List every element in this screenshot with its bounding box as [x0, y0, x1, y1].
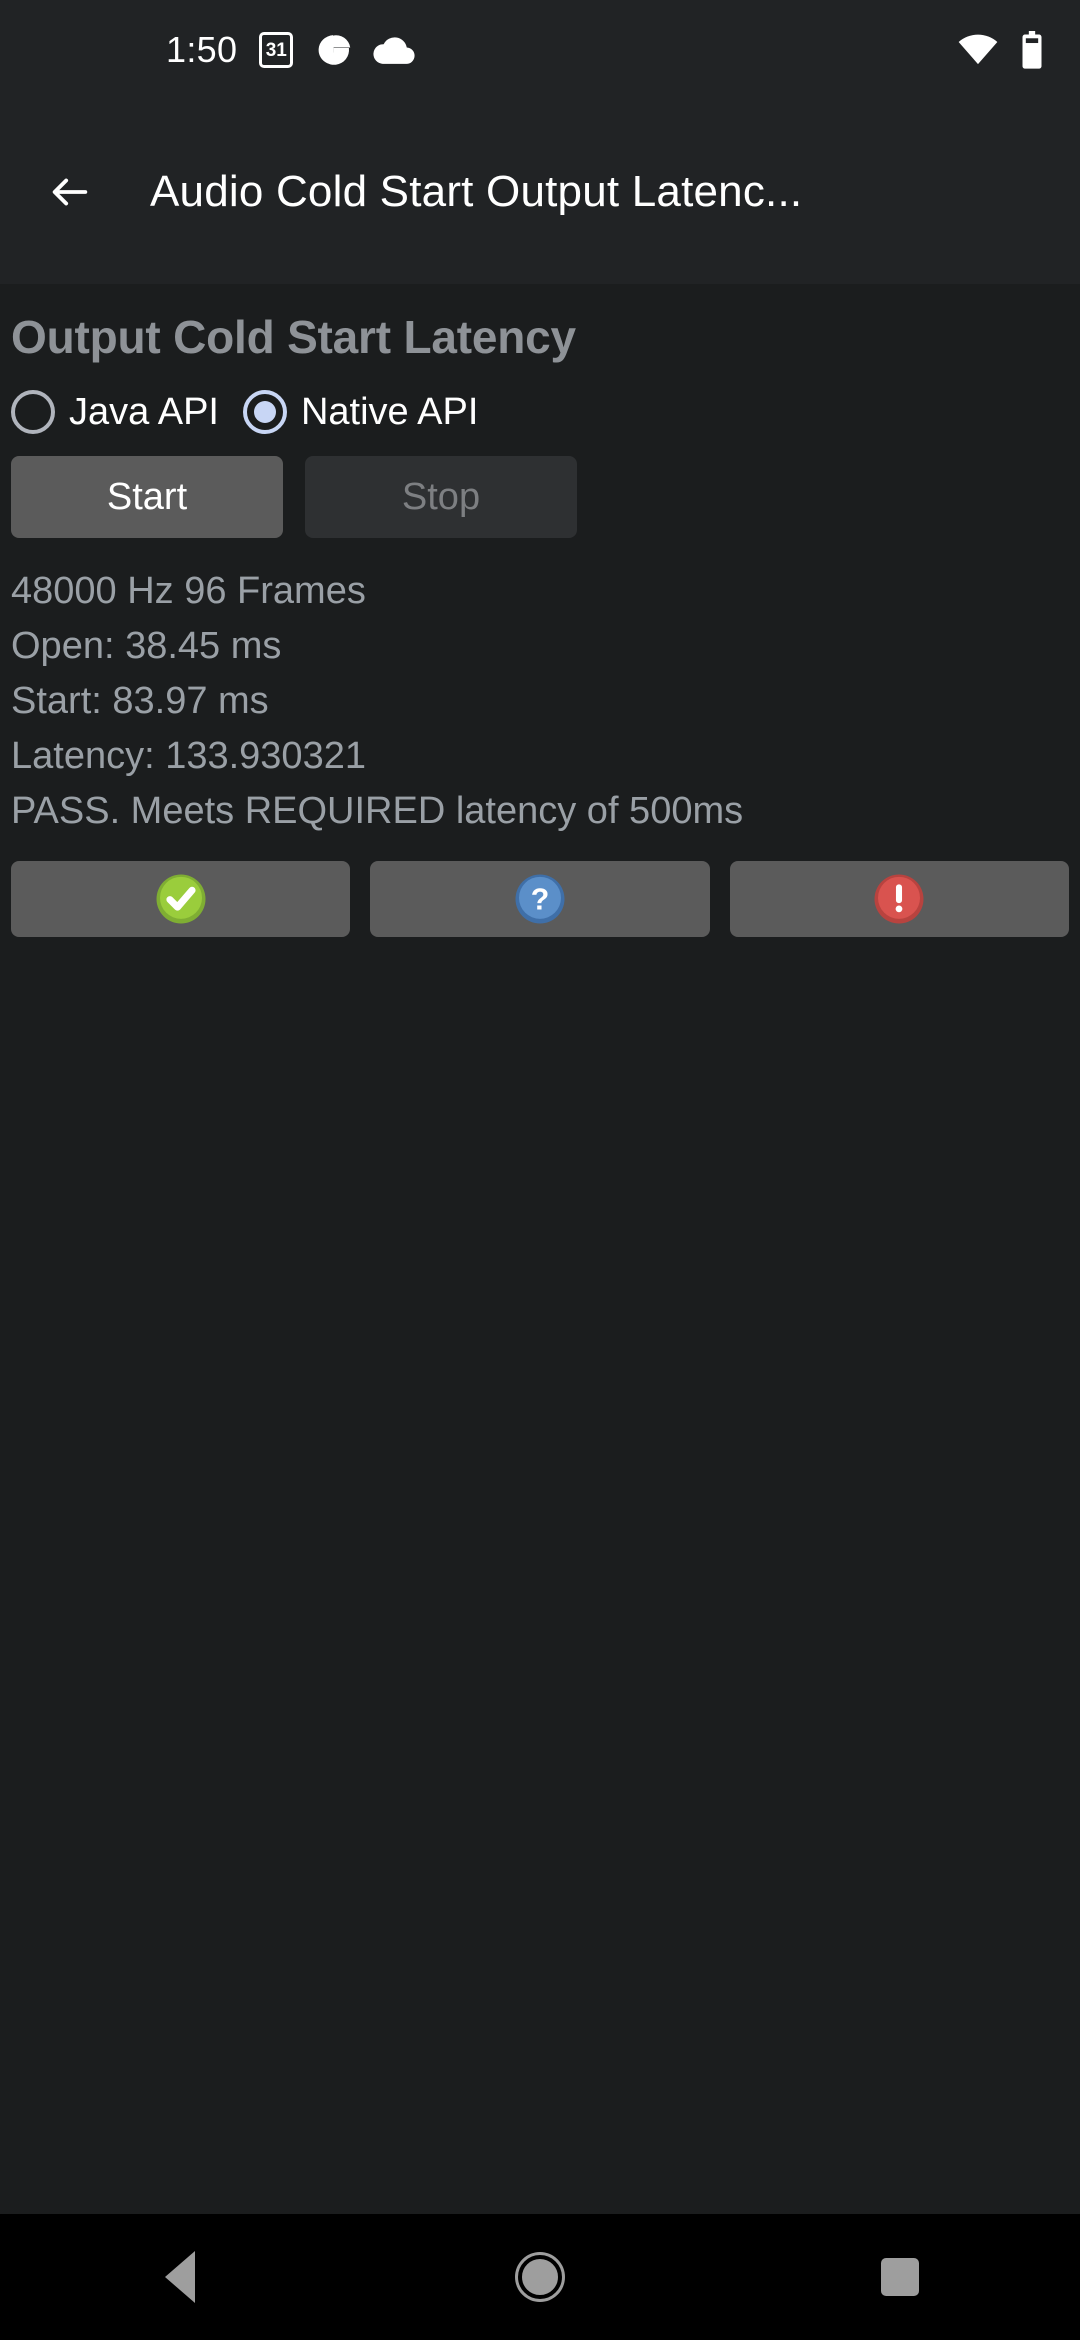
page-title: Audio Cold Start Output Latenc... — [150, 167, 803, 216]
wifi-icon — [958, 34, 998, 66]
google-icon — [315, 32, 351, 68]
fail-button[interactable] — [729, 861, 1069, 937]
nav-home-button[interactable] — [460, 2214, 620, 2340]
result-line-start-time: Start: 83.97 ms — [11, 680, 269, 722]
cloud-icon — [373, 35, 415, 65]
status-bar-right — [958, 31, 1044, 69]
results-text-block: 48000 Hz 96 Frames Open: 38.45 ms Start:… — [11, 564, 1069, 839]
status-bar: 1:50 31 — [0, 0, 1080, 100]
radio-option-native-api[interactable]: Native API — [242, 390, 479, 434]
test-control-buttons: Start Stop — [11, 456, 1069, 538]
calendar-icon: 31 — [259, 32, 294, 68]
app-bar: Audio Cold Start Output Latenc... — [0, 100, 1080, 284]
calendar-day-number: 31 — [265, 39, 287, 61]
verdict-button-row: ? — [11, 861, 1069, 937]
svg-text:?: ? — [531, 884, 550, 917]
radio-dot — [253, 401, 276, 423]
result-line-verdict: PASS. Meets REQUIRED latency of 500ms — [11, 790, 744, 832]
status-clock: 1:50 — [166, 29, 238, 70]
home-nav-icon — [518, 2255, 562, 2299]
navigation-bar — [0, 2214, 1080, 2340]
phone-screen: 1:50 31 Audio Cold Start Output Latenc..… — [0, 0, 1080, 2340]
recents-nav-icon — [881, 2258, 919, 2296]
main-content: Output Cold Start Latency Java API Nativ… — [0, 284, 1080, 2214]
radio-dot — [22, 401, 44, 423]
radio-button-native-api[interactable] — [242, 390, 287, 434]
radio-option-java-api[interactable]: Java API — [11, 390, 219, 434]
info-button[interactable]: ? — [370, 861, 710, 937]
nav-back-button[interactable] — [100, 2214, 260, 2340]
radio-label-java-api: Java API — [69, 390, 219, 433]
result-line-latency: Latency: 133.930321 — [11, 735, 366, 777]
back-nav-icon — [165, 2251, 195, 2303]
result-line-open-time: Open: 38.45 ms — [11, 625, 282, 667]
start-button[interactable]: Start — [11, 456, 283, 538]
api-radio-group: Java API Native API — [11, 390, 1069, 434]
section-heading: Output Cold Start Latency — [11, 311, 576, 363]
check-circle-icon — [153, 871, 209, 927]
radio-button-java-api[interactable] — [11, 390, 55, 434]
warning-circle-icon — [871, 871, 927, 927]
back-button[interactable] — [28, 150, 112, 234]
status-bar-left: 1:50 31 — [166, 29, 415, 71]
question-circle-icon: ? — [512, 871, 568, 927]
battery-icon — [1020, 31, 1044, 69]
pass-button[interactable] — [11, 861, 351, 937]
stop-button: Stop — [305, 456, 577, 538]
arrow-back-icon — [47, 169, 93, 215]
nav-recents-button[interactable] — [820, 2214, 980, 2340]
result-line-sample-rate: 48000 Hz 96 Frames — [11, 570, 366, 612]
radio-label-native-api: Native API — [300, 390, 479, 433]
